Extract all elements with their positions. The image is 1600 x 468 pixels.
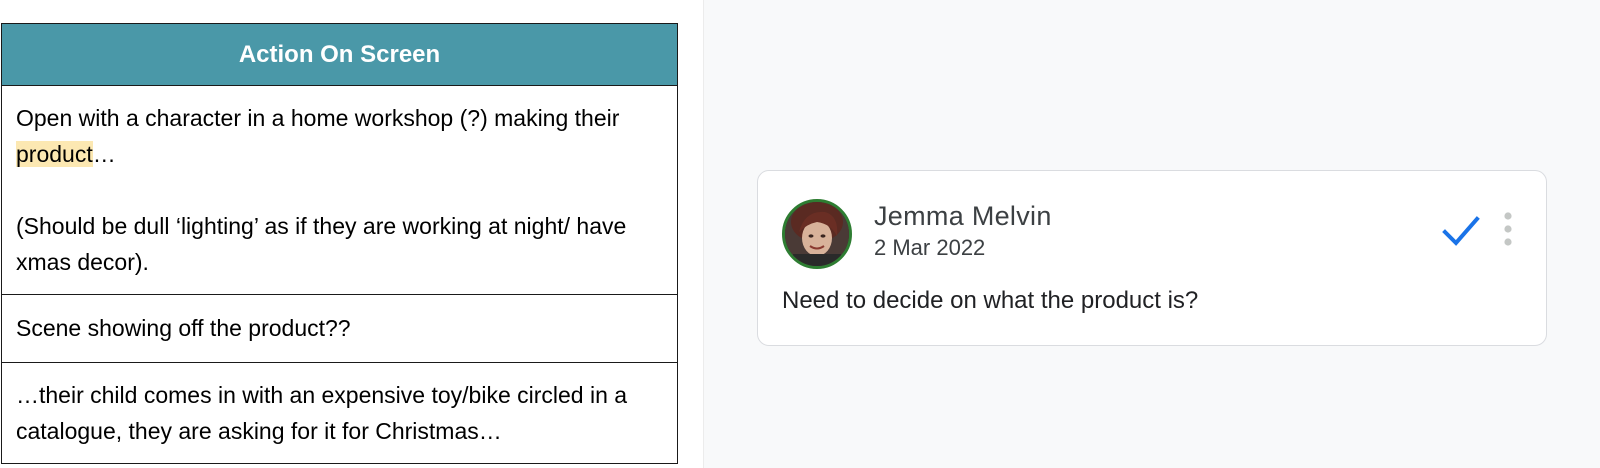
table-cell[interactable]: …their child comes in with an expensive … [1,362,678,464]
script-table: Action On Screen Open with a character i… [1,23,678,464]
table-row: Open with a character in a home workshop… [1,85,678,295]
paragraph: Open with a character in a home workshop… [16,100,663,172]
comment-highlight[interactable]: product [16,141,93,167]
table-cell[interactable]: Open with a character in a home workshop… [1,85,678,295]
text-run: Open with a character in a home workshop… [16,105,620,131]
comment-date: 2 Mar 2022 [874,235,986,260]
comment-card[interactable]: Jemma Melvin 2 Mar 2022 Need to decide o… [757,170,1547,346]
table-cell[interactable]: Scene showing off the product?? [1,294,678,363]
comments-sidebar: Jemma Melvin 2 Mar 2022 Need to decide o… [703,0,1600,468]
text-run: … [92,141,116,167]
checkmark-icon[interactable] [1439,209,1483,253]
table-row: Scene showing off the product?? [1,294,678,363]
comment-body: Need to decide on what the product is? [782,287,1199,314]
avatar [782,199,852,269]
paragraph: (Should be dull ‘lighting’ as if they ar… [16,213,627,275]
empty-line [16,172,663,208]
more-vertical-icon[interactable] [1498,211,1518,251]
column-header-action-on-screen: Action On Screen [1,23,678,86]
table-row: …their child comes in with an expensive … [1,362,678,464]
comment-author: Jemma Melvin [874,201,1052,231]
avatar-photo [785,202,849,266]
document-pane: Action On Screen Open with a character i… [0,0,703,468]
